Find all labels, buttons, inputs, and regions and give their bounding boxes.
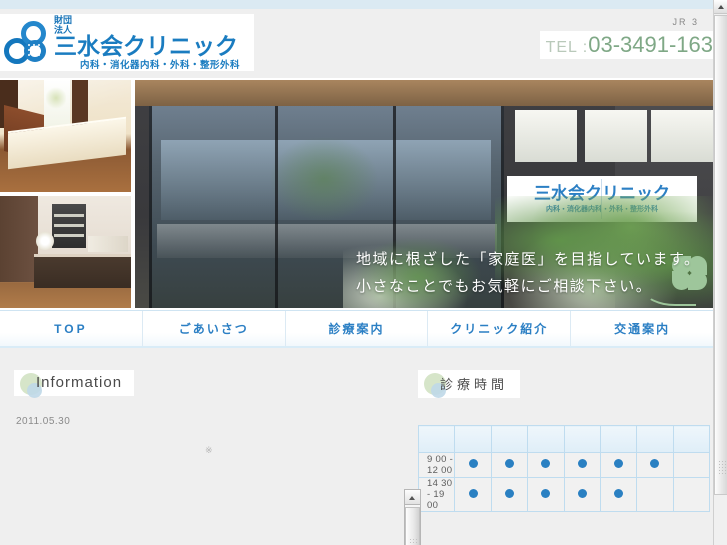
cell-afternoon-3 bbox=[527, 477, 565, 512]
availability-dot-icon bbox=[504, 488, 514, 498]
availability-dot-icon bbox=[468, 459, 478, 468]
availability-dot-icon bbox=[614, 459, 624, 468]
hero-message-line-2: 小さなことでもお気軽にご相談下さい。 bbox=[356, 278, 653, 295]
telephone-block: TEL :03-3491-163 bbox=[539, 31, 713, 59]
table-header-row bbox=[417, 425, 711, 453]
availability-dot-icon bbox=[577, 488, 587, 498]
page-scrollbar[interactable] bbox=[713, 0, 727, 545]
photo-waiting-room bbox=[0, 80, 131, 192]
scroll-up-arrow-icon[interactable] bbox=[405, 490, 420, 505]
schedule-table-wrap: 9 00 - 12 00 14 30 - 19 00 bbox=[404, 425, 711, 545]
col-header-day-6 bbox=[636, 425, 674, 453]
availability-dot-icon bbox=[650, 459, 660, 468]
cell-morning-3 bbox=[527, 452, 565, 478]
cell-afternoon-5 bbox=[599, 477, 638, 512]
tel-label: TEL : bbox=[545, 39, 589, 56]
schedule-column: 診療時間 9 00 - 12 00 14 30 - 19 00 bbox=[398, 350, 713, 545]
availability-dot-icon bbox=[614, 488, 624, 498]
cell-afternoon-7 bbox=[672, 477, 711, 512]
nav-item-clinic-intro[interactable]: クリニック紹介 bbox=[428, 311, 572, 346]
nav-item-top[interactable]: TOP bbox=[0, 311, 143, 346]
schedule-table: 9 00 - 12 00 14 30 - 19 00 bbox=[417, 425, 711, 512]
cell-morning-1 bbox=[454, 452, 492, 478]
inner-scrollbar[interactable] bbox=[404, 489, 421, 545]
cell-morning-2 bbox=[490, 452, 529, 478]
top-accent-strip bbox=[0, 0, 713, 9]
logo-clinic-name: 三水会クリニック bbox=[54, 32, 238, 59]
availability-dot-icon bbox=[541, 488, 551, 498]
availability-dot-icon bbox=[541, 459, 551, 468]
site-header: 財団 法人三水会クリニック 内科・消化器内科・外科・整形外科 JR 3 TEL :… bbox=[0, 9, 713, 78]
information-heading-text: Information bbox=[36, 374, 123, 391]
col-header-day-4 bbox=[563, 425, 601, 453]
information-entry-date: 2011.05.30 bbox=[16, 416, 71, 427]
cell-morning-4 bbox=[563, 452, 601, 478]
page-scrollbar-grip-icon bbox=[718, 460, 727, 476]
photo-reception-desk bbox=[0, 196, 131, 308]
cell-afternoon-1 bbox=[454, 477, 492, 512]
logo-departments: 内科・消化器内科・外科・整形外科 bbox=[80, 59, 241, 71]
col-header-time bbox=[417, 425, 456, 453]
page-root: 財団 法人三水会クリニック 内科・消化器内科・外科・整形外科 JR 3 TEL :… bbox=[0, 0, 727, 545]
hero-message-line-1: 地域に根ざした「家庭医」を目指しています。 bbox=[356, 251, 701, 268]
tel-number: 03-3491-163 bbox=[588, 32, 713, 57]
nav-item-greeting[interactable]: ごあいさつ bbox=[143, 311, 286, 346]
information-note-mark: ※ bbox=[205, 445, 213, 455]
availability-dot-icon bbox=[577, 459, 587, 468]
hero-message: 地域に根ざした「家庭医」を目指しています。 小さなことでもお気軽にご相談下さい。 bbox=[356, 246, 701, 300]
clinic-logo-icon bbox=[4, 18, 52, 68]
page-scrollbar-thumb[interactable] bbox=[714, 15, 727, 495]
logo-prefix: 財団 法人 bbox=[54, 14, 73, 35]
scrollbar-thumb[interactable] bbox=[405, 507, 420, 545]
col-header-day-7 bbox=[672, 425, 711, 453]
col-header-day-5 bbox=[599, 425, 638, 453]
row-time-morning: 9 00 - 12 00 bbox=[417, 452, 456, 478]
cell-morning-7 bbox=[672, 452, 711, 478]
col-header-day-3 bbox=[527, 425, 565, 453]
col-header-day-1 bbox=[454, 425, 492, 453]
availability-dot-icon bbox=[504, 459, 514, 468]
cell-morning-5 bbox=[599, 452, 638, 478]
table-row: 9 00 - 12 00 bbox=[417, 452, 711, 478]
header-contact: JR 3 TEL :03-3491-163 bbox=[413, 17, 713, 64]
content-area: Information 2011.05.30 診療時間 9 00 - 12 00… bbox=[0, 350, 713, 545]
cell-afternoon-2 bbox=[490, 477, 529, 512]
nav-item-access[interactable]: 交通案内 bbox=[571, 311, 713, 346]
information-heading: Information bbox=[14, 370, 135, 398]
cell-morning-6 bbox=[636, 452, 674, 478]
information-list: 2011.05.30 bbox=[16, 416, 390, 427]
availability-dot-icon bbox=[468, 488, 478, 498]
cell-afternoon-4 bbox=[563, 477, 601, 512]
page-scroll-up-arrow-icon[interactable] bbox=[714, 0, 727, 14]
scrollbar-grip-icon bbox=[409, 538, 418, 545]
site-logo[interactable]: 財団 法人三水会クリニック 内科・消化器内科・外科・整形外科 bbox=[0, 14, 254, 71]
schedule-heading-text: 診療時間 bbox=[440, 377, 509, 392]
row-time-afternoon: 14 30 - 19 00 bbox=[417, 477, 456, 512]
cell-afternoon-6 bbox=[636, 477, 674, 512]
information-column: Information 2011.05.30 bbox=[0, 350, 390, 545]
col-header-day-2 bbox=[490, 425, 529, 453]
hero-banner: 三水会クリニック 内科・消化器内科・外科・整形外科 地域に根ざした「家庭医」を目… bbox=[0, 78, 713, 310]
nav-item-medical-guide[interactable]: 診療案内 bbox=[286, 311, 429, 346]
access-text: JR 3 bbox=[672, 17, 699, 27]
schedule-heading: 診療時間 bbox=[418, 370, 521, 398]
main-navigation: TOP ごあいさつ 診療案内 クリニック紹介 交通案内 bbox=[0, 310, 713, 348]
table-row: 14 30 - 19 00 bbox=[417, 477, 711, 512]
